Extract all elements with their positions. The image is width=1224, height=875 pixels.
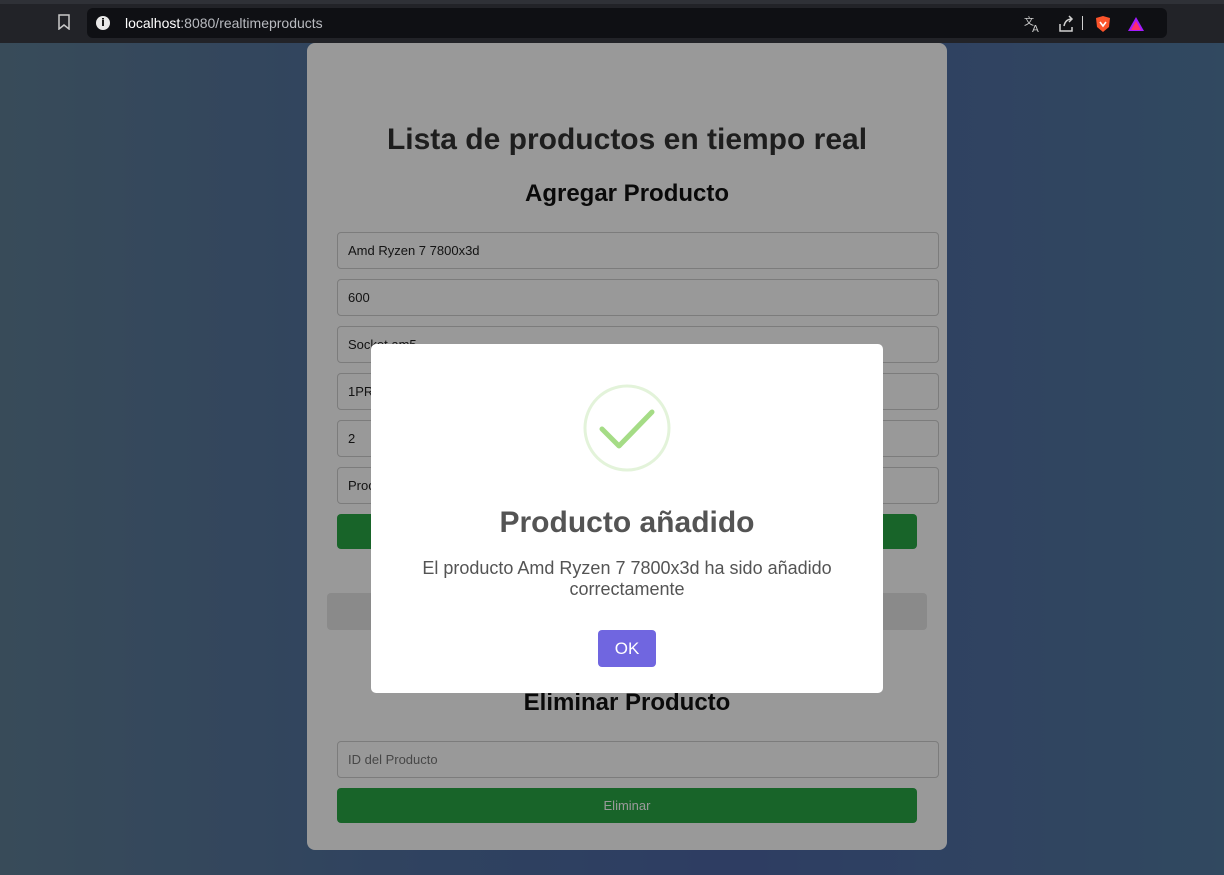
browser-toolbar: i localhost:8080/realtimeproducts 文 A: [0, 0, 1224, 43]
url-text[interactable]: localhost:8080/realtimeproducts: [125, 15, 323, 31]
dialog-title: Producto añadido: [499, 506, 755, 539]
translate-icon[interactable]: 文 A: [1024, 15, 1042, 33]
brave-rewards-icon[interactable]: [1127, 15, 1145, 33]
brave-shield-icon[interactable]: [1094, 15, 1112, 33]
svg-text:A: A: [1032, 24, 1039, 33]
share-icon[interactable]: [1057, 15, 1075, 33]
dialog-message: El producto Amd Ryzen 7 7800x3d ha sido …: [422, 558, 832, 599]
url-path: :8080/realtimeproducts: [180, 15, 323, 31]
ok-button[interactable]: OK: [598, 630, 656, 667]
url-host: localhost: [125, 15, 181, 31]
address-bar[interactable]: i localhost:8080/realtimeproducts 文 A: [87, 8, 1167, 38]
info-icon[interactable]: i: [96, 16, 110, 30]
bookmark-icon[interactable]: [57, 14, 71, 30]
success-dialog: Producto añadido El producto Amd Ryzen 7…: [371, 344, 883, 693]
success-check-icon: [583, 384, 671, 472]
toolbar-divider: [1082, 16, 1083, 30]
